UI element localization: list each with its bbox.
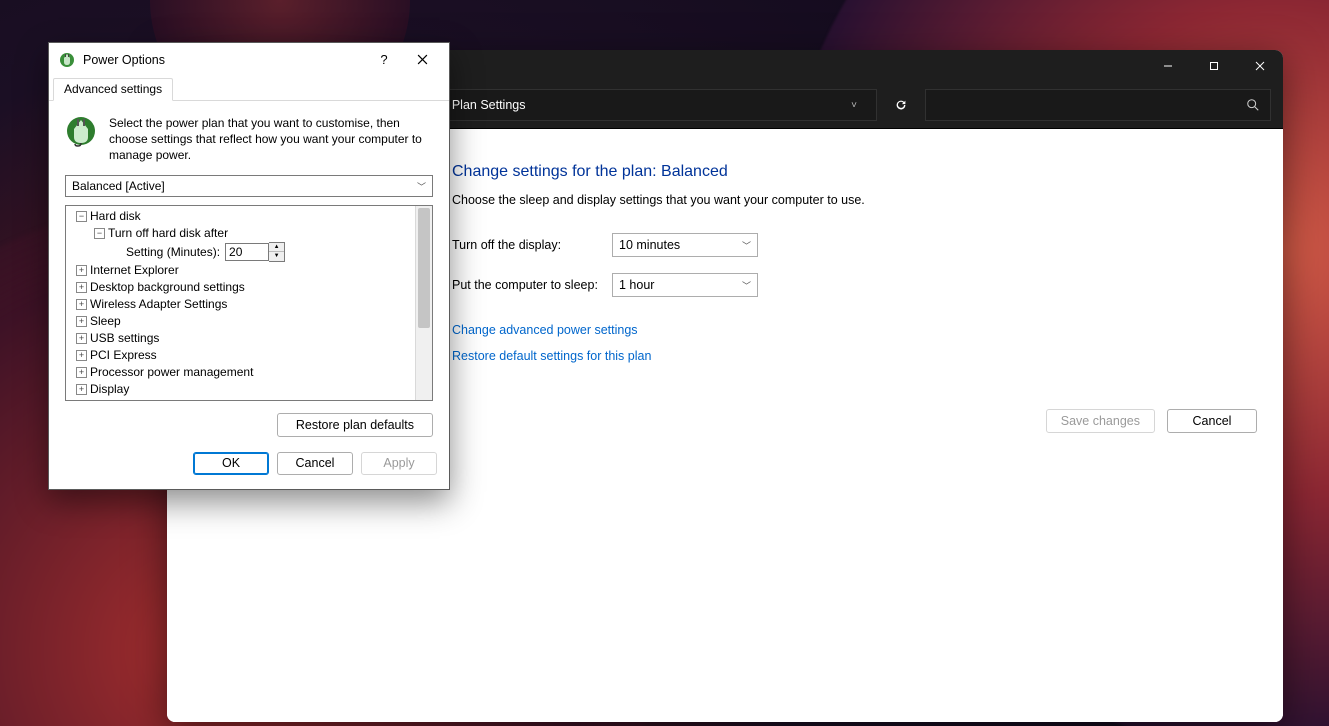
close-button[interactable] (1237, 50, 1283, 82)
minimize-button[interactable] (1145, 50, 1191, 82)
minutes-stepper[interactable]: ▲ ▼ (225, 242, 285, 262)
display-timeout-row: Turn off the display: 10 minutes ﹀ (452, 233, 1243, 257)
refresh-button[interactable] (885, 89, 917, 121)
save-changes-button[interactable]: Save changes (1046, 409, 1155, 433)
settings-tree: − Hard disk − Turn off hard disk after S… (65, 205, 433, 401)
expand-icon[interactable]: + (76, 367, 87, 378)
chevron-down-icon: ﹀ (742, 239, 751, 252)
tree-label: Desktop background settings (90, 279, 245, 296)
search-icon (1246, 98, 1260, 112)
scrollbar-thumb[interactable] (418, 208, 430, 328)
page-title: Change settings for the plan: Balanced (452, 163, 1243, 181)
tree-label: Display (90, 381, 129, 398)
search-input[interactable] (925, 89, 1271, 121)
dialog-intro: Select the power plan that you want to c… (65, 115, 433, 164)
chevron-down-icon: ﹀ (742, 279, 751, 292)
tree-item-wireless[interactable]: + Wireless Adapter Settings (70, 296, 430, 313)
tree-scrollbar[interactable] (415, 206, 432, 400)
ok-button[interactable]: OK (193, 452, 269, 475)
maximize-button[interactable] (1191, 50, 1237, 82)
expand-icon[interactable]: + (76, 316, 87, 327)
display-timeout-label: Turn off the display: (452, 238, 612, 252)
spinner-down-button[interactable]: ▼ (269, 252, 284, 261)
display-timeout-value: 10 minutes (619, 238, 680, 252)
tree-label: USB settings (90, 330, 159, 347)
minutes-input[interactable] (225, 243, 269, 261)
chevron-down-icon: ﹀ (417, 180, 426, 193)
sleep-timeout-label: Put the computer to sleep: (452, 278, 612, 292)
sleep-timeout-select[interactable]: 1 hour ﹀ (612, 273, 758, 297)
tree-item-hard-disk[interactable]: − Hard disk (70, 208, 430, 225)
tree-item-display[interactable]: + Display (70, 381, 430, 398)
display-timeout-select[interactable]: 10 minutes ﹀ (612, 233, 758, 257)
tree-item-processor[interactable]: + Processor power management (70, 364, 430, 381)
links-section: Change advanced power settings Restore d… (452, 323, 1243, 363)
sleep-timeout-row: Put the computer to sleep: 1 hour ﹀ (452, 273, 1243, 297)
tree-label: Wireless Adapter Settings (90, 296, 227, 313)
power-meter-icon (65, 115, 97, 147)
settings-tree-list[interactable]: − Hard disk − Turn off hard disk after S… (66, 206, 432, 400)
power-plan-select[interactable]: Balanced [Active] ﹀ (65, 175, 433, 197)
setting-minutes-label: Setting (Minutes): (126, 244, 220, 261)
advanced-settings-link[interactable]: Change advanced power settings (452, 323, 1243, 337)
expand-icon[interactable]: + (76, 350, 87, 361)
restore-plan-defaults-button[interactable]: Restore plan defaults (277, 413, 433, 437)
collapse-icon[interactable]: − (76, 211, 87, 222)
help-button[interactable]: ? (369, 46, 399, 74)
expand-icon[interactable]: + (76, 299, 87, 310)
tree-item-internet-explorer[interactable]: + Internet Explorer (70, 262, 430, 279)
expand-icon[interactable]: + (76, 384, 87, 395)
footer-buttons: Save changes Cancel (1046, 409, 1257, 433)
breadcrumb-dropdown[interactable]: ˅ (840, 100, 868, 111)
tree-label: Internet Explorer (90, 262, 179, 279)
cancel-button[interactable]: Cancel (1167, 409, 1257, 433)
power-plan-value: Balanced [Active] (72, 179, 165, 193)
tree-item-turn-off-hd[interactable]: − Turn off hard disk after (70, 225, 430, 242)
collapse-icon[interactable]: − (94, 228, 105, 239)
tree-label: PCI Express (90, 347, 157, 364)
expand-icon[interactable]: + (76, 265, 87, 276)
power-plug-icon (59, 52, 75, 68)
tree-label: Processor power management (90, 364, 253, 381)
sleep-timeout-value: 1 hour (619, 278, 654, 292)
tree-label: Sleep (90, 313, 121, 330)
tree-item-setting-minutes[interactable]: Setting (Minutes): ▲ ▼ (70, 242, 430, 262)
tree-item-pci[interactable]: + PCI Express (70, 347, 430, 364)
dialog-footer: OK Cancel Apply (49, 447, 449, 489)
expand-icon[interactable]: + (76, 333, 87, 344)
tree-item-usb[interactable]: + USB settings (70, 330, 430, 347)
tree-label: Turn off hard disk after (108, 225, 228, 242)
cancel-button[interactable]: Cancel (277, 452, 353, 475)
tree-label: Hard disk (90, 208, 141, 225)
dialog-tabs: Advanced settings (49, 77, 449, 101)
restore-defaults-link[interactable]: Restore default settings for this plan (452, 349, 1243, 363)
tab-advanced-settings[interactable]: Advanced settings (53, 78, 173, 101)
apply-button[interactable]: Apply (361, 452, 437, 475)
page-subtitle: Choose the sleep and display settings th… (452, 193, 1243, 207)
dialog-title: Power Options (83, 53, 361, 67)
dialog-close-button[interactable] (407, 46, 437, 74)
dialog-intro-text: Select the power plan that you want to c… (109, 115, 433, 164)
tree-item-desktop-bg[interactable]: + Desktop background settings (70, 279, 430, 296)
dialog-body: Select the power plan that you want to c… (49, 101, 449, 448)
dialog-titlebar: Power Options ? (49, 43, 449, 77)
expand-icon[interactable]: + (76, 282, 87, 293)
power-options-dialog: Power Options ? Advanced settings Select… (48, 42, 450, 490)
tree-item-sleep[interactable]: + Sleep (70, 313, 430, 330)
